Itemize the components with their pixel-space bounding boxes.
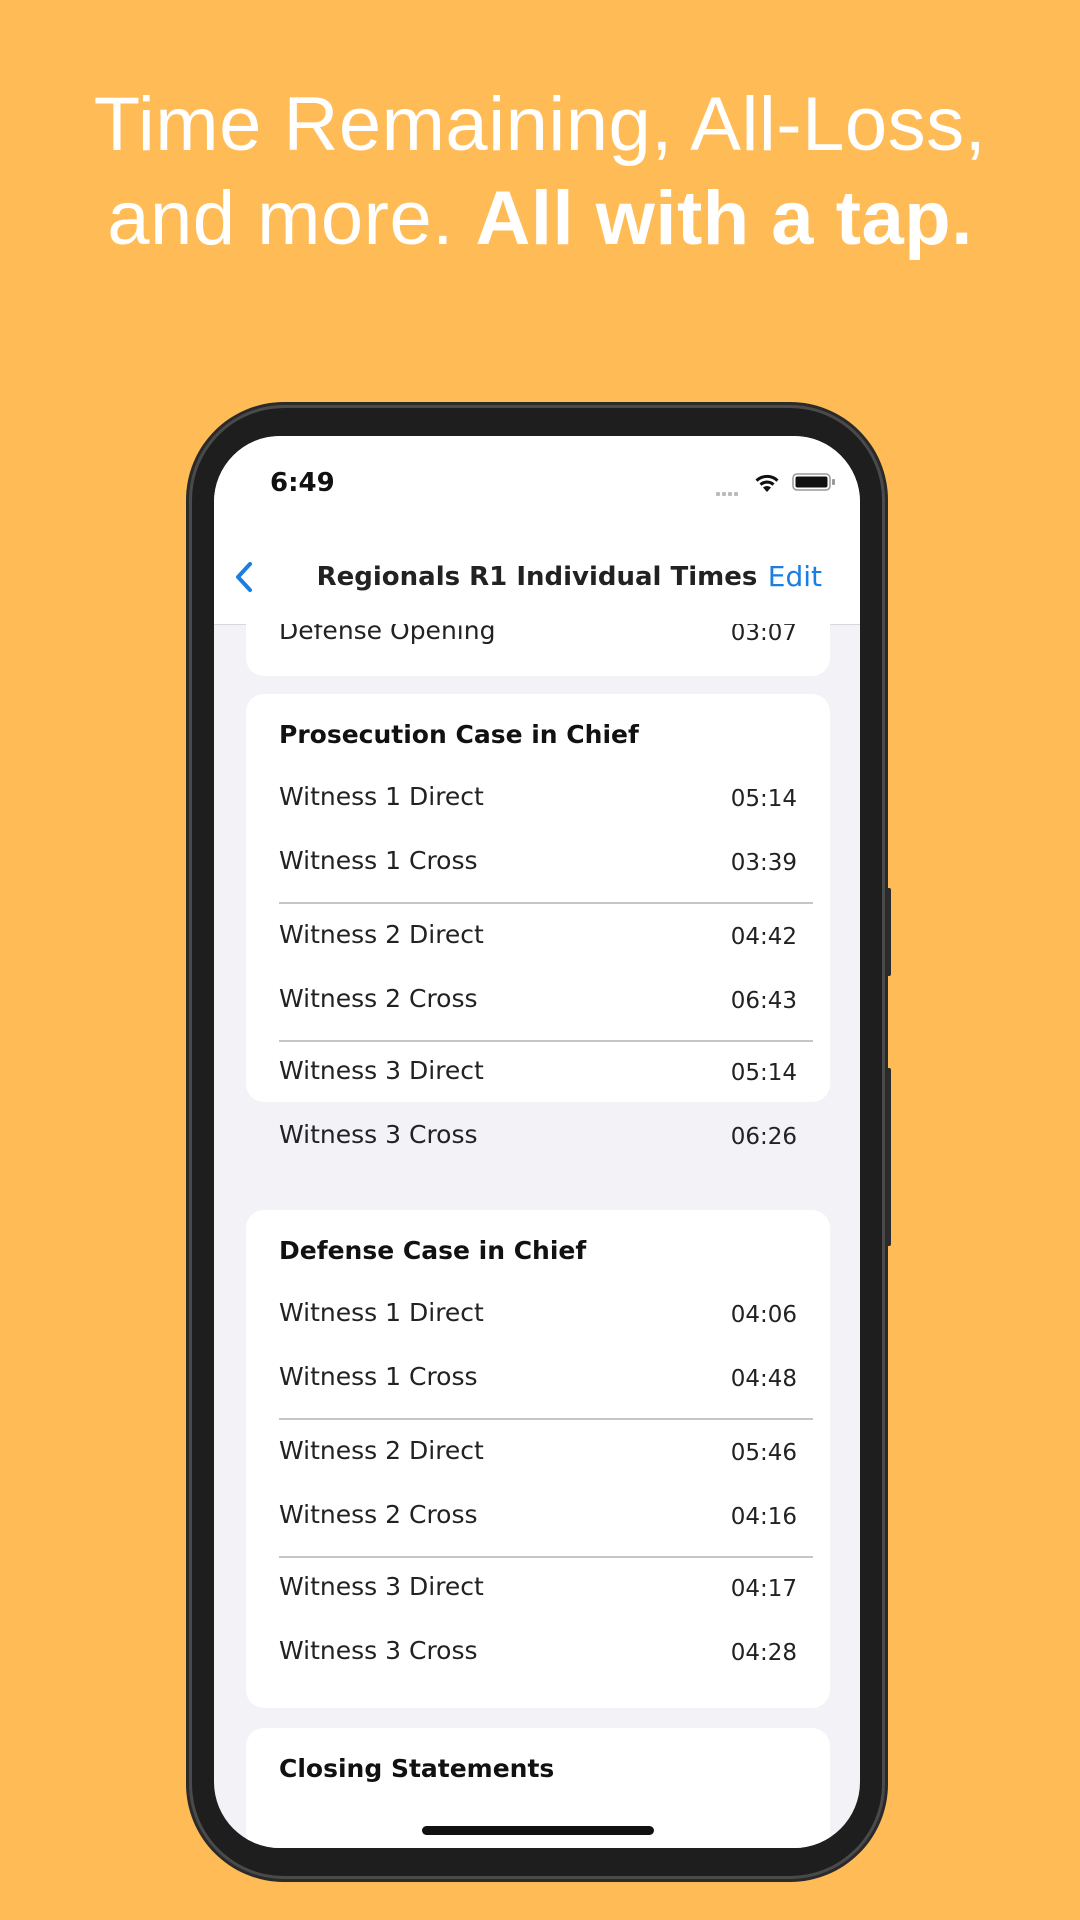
list-item[interactable]: Witness 3 Direct 04:17	[279, 1572, 797, 1612]
section-title-closing: Closing Statements	[279, 1754, 555, 1783]
status-bar: 6:49	[214, 436, 860, 532]
row-label: Witness 3 Cross	[279, 1120, 478, 1149]
headline-line-1: Time Remaining, All-Loss,	[93, 82, 987, 167]
list-item[interactable]: Witness 1 Direct 04:06	[279, 1298, 797, 1338]
volume-button	[885, 888, 891, 976]
list-item[interactable]: Witness 2 Direct 05:46	[279, 1436, 797, 1476]
divider	[279, 902, 813, 904]
list-item[interactable]: Witness 3 Direct 05:14	[279, 1056, 797, 1096]
row-time: 04:17	[730, 1576, 797, 1602]
row-time: 04:48	[730, 1366, 797, 1392]
section-title-defense: Defense Case in Chief	[279, 1236, 587, 1265]
divider	[279, 1040, 813, 1042]
defense-card: Defense Case in Chief Witness 1 Direct 0…	[246, 1210, 830, 1708]
list-item[interactable]: Witness 1 Cross 04:48	[279, 1362, 797, 1402]
row-label: Witness 1 Direct	[279, 782, 484, 811]
row-label: Witness 1 Cross	[279, 1362, 478, 1391]
times-list[interactable]: Defense Opening 03:07 Prosecution Case i…	[214, 624, 860, 1848]
wifi-icon	[755, 474, 779, 492]
section-title-prosecution: Prosecution Case in Chief	[279, 720, 639, 749]
row-time: 03:07	[730, 624, 797, 646]
list-item[interactable]: Witness 1 Cross 03:39	[279, 846, 797, 886]
power-button	[885, 1068, 891, 1246]
row-time: 06:43	[730, 988, 797, 1014]
row-label: Defense Opening	[279, 624, 496, 645]
headline-regular: and more.	[107, 176, 476, 261]
row-label: Witness 3 Direct	[279, 1056, 484, 1085]
row-time: 05:14	[730, 786, 797, 812]
list-item[interactable]: Witness 2 Cross 06:43	[279, 984, 797, 1024]
list-item[interactable]: Witness 3 Cross 04:28	[279, 1636, 797, 1676]
list-item[interactable]: Witness 2 Direct 04:42	[279, 920, 797, 960]
row-label: Witness 1 Direct	[279, 1298, 484, 1327]
navigation-bar: Regionals R1 Individual Times Edit	[214, 532, 860, 625]
headline-line-2: and more. All with a tap.	[0, 172, 1080, 266]
opening-card: Defense Opening 03:07	[246, 624, 830, 676]
page-title: Regionals R1 Individual Times	[316, 562, 758, 592]
prosecution-card: Prosecution Case in Chief Witness 1 Dire…	[246, 694, 830, 1150]
battery-icon	[792, 473, 835, 491]
row-time: 04:42	[730, 924, 797, 950]
headline: Time Remaining, All-Loss, and more. All …	[0, 78, 1080, 266]
status-time: 6:49	[270, 468, 335, 498]
list-item[interactable]: Defense Opening 03:07	[279, 624, 797, 656]
divider	[279, 1556, 813, 1558]
row-time: 03:39	[730, 850, 797, 876]
headline-bold: All with a tap.	[475, 176, 973, 261]
row-label: Witness 1 Cross	[279, 846, 478, 875]
phone-screen: 6:49 Regionals R1 Individual Times Edit	[214, 436, 860, 1848]
list-item[interactable]: Witness 3 Cross 06:26	[279, 1120, 797, 1160]
list-item[interactable]: Witness 1 Direct 05:14	[279, 782, 797, 822]
row-label: Witness 3 Direct	[279, 1572, 484, 1601]
row-time: 05:46	[730, 1440, 797, 1466]
row-time: 04:28	[730, 1640, 797, 1666]
home-indicator[interactable]	[422, 1826, 654, 1835]
cellular-signal-icon	[716, 481, 744, 496]
row-time: 06:26	[730, 1124, 797, 1150]
phone-frame: 6:49 Regionals R1 Individual Times Edit	[192, 408, 891, 1876]
list-item[interactable]: Witness 2 Cross 04:16	[279, 1500, 797, 1540]
row-label: Witness 2 Direct	[279, 1436, 484, 1465]
row-label: Witness 2 Direct	[279, 920, 484, 949]
row-time: 04:16	[730, 1504, 797, 1530]
row-label: Witness 2 Cross	[279, 984, 478, 1013]
divider	[279, 1418, 813, 1420]
row-time: 05:14	[730, 1060, 797, 1086]
row-time: 04:06	[730, 1302, 797, 1328]
row-label: Witness 2 Cross	[279, 1500, 478, 1529]
row-label: Witness 3 Cross	[279, 1636, 478, 1665]
edit-button[interactable]: Edit	[768, 560, 822, 593]
